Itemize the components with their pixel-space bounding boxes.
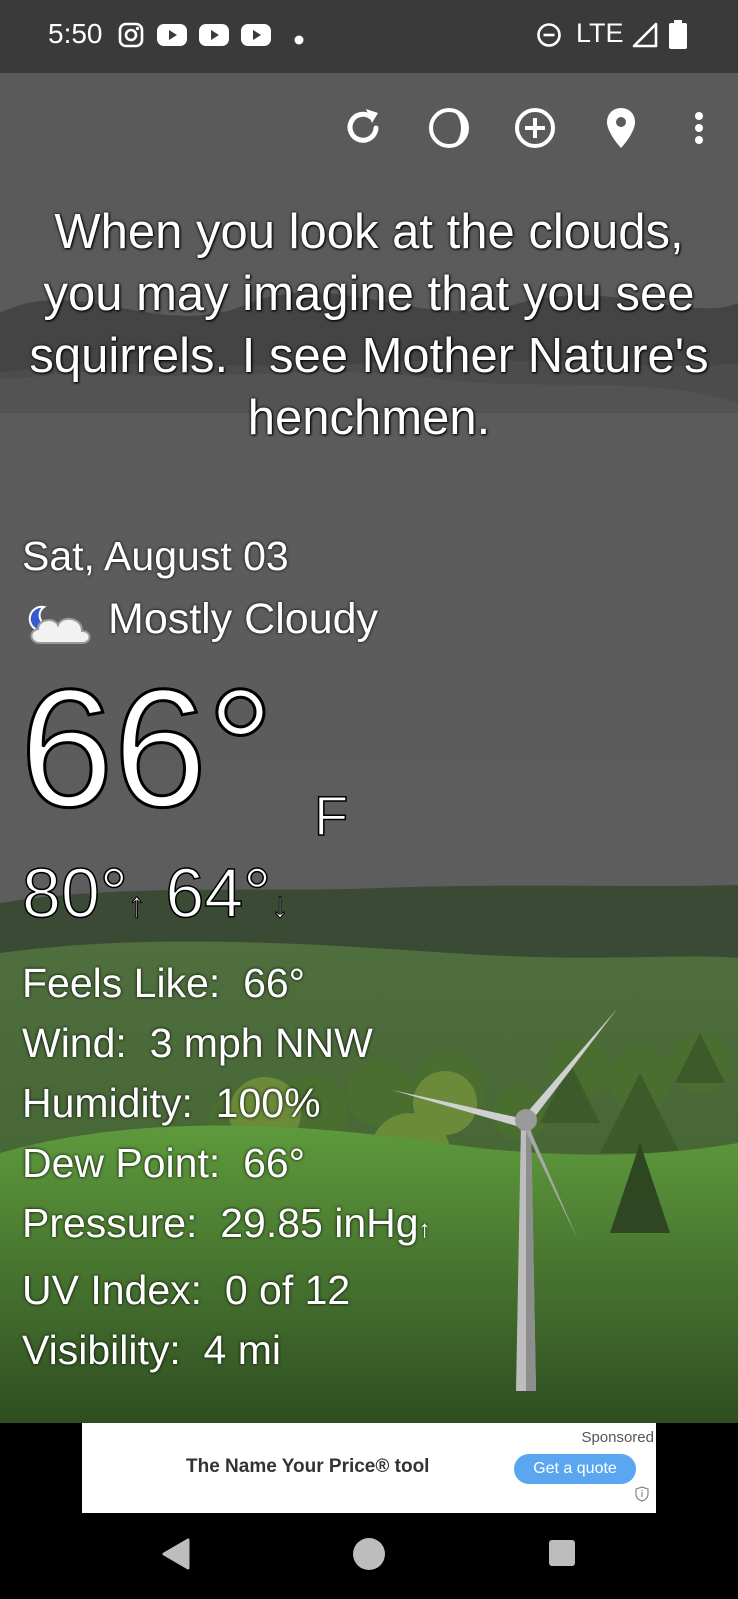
add-location-button[interactable] xyxy=(510,103,560,153)
current-temperature: 66° xyxy=(18,653,275,844)
high-temperature: 80° xyxy=(21,853,128,933)
navigation-bar xyxy=(0,1513,738,1599)
low-temperature: 64° xyxy=(165,853,272,933)
back-icon[interactable] xyxy=(160,1537,192,1576)
detail-feels-like: Feels Like: 66° xyxy=(22,960,306,1006)
location-pin-icon xyxy=(607,108,635,148)
weather-scene: When you look at the clouds, you may ima… xyxy=(0,73,738,1423)
weather-details: Feels Like: 66° Wind: 3 mph NNW Humidity… xyxy=(22,953,431,1380)
add-location-icon xyxy=(515,108,555,148)
instagram-icon xyxy=(118,22,144,53)
more-vert-icon xyxy=(695,112,703,144)
detail-wind: Wind: 3 mph NNW xyxy=(22,1020,373,1066)
weather-quote: When you look at the clouds, you may ima… xyxy=(29,205,709,445)
detail-pressure: Pressure: 29.85 inHg↑ xyxy=(22,1200,431,1246)
moon-phase-button[interactable] xyxy=(424,103,474,153)
detail-dew-point: Dew Point: 66° xyxy=(22,1140,306,1186)
dot-icon xyxy=(294,32,304,50)
youtube-icon xyxy=(156,22,188,53)
signal-icon xyxy=(632,22,658,53)
refresh-icon xyxy=(347,109,379,143)
high-low: 80°↑ 64°↓ xyxy=(21,853,290,933)
youtube-icon xyxy=(198,22,230,53)
date-label: Sat, August 03 xyxy=(22,533,289,579)
location-button[interactable] xyxy=(596,103,646,153)
status-bar: 5:50 LTE xyxy=(0,0,738,73)
pressure-rising-icon: ↑ xyxy=(418,1216,431,1243)
detail-uv-index: UV Index: 0 of 12 xyxy=(22,1267,351,1313)
adchoices-icon[interactable] xyxy=(634,1486,650,1507)
status-time: 5:50 xyxy=(48,18,103,49)
detail-humidity: Humidity: 100% xyxy=(22,1080,321,1126)
home-icon[interactable] xyxy=(352,1537,386,1576)
temperature-unit: F xyxy=(313,783,349,848)
recents-icon[interactable] xyxy=(548,1539,576,1572)
ad-cta-button[interactable]: Get a quote xyxy=(514,1454,636,1484)
dnd-icon xyxy=(536,22,562,53)
detail-visibility: Visibility: 4 mi xyxy=(22,1327,282,1373)
ad-title[interactable]: The Name Your Price® tool xyxy=(186,1456,429,1478)
sponsored-label: Sponsored xyxy=(581,1429,654,1446)
refresh-button[interactable] xyxy=(338,103,388,153)
network-type: LTE xyxy=(576,18,624,48)
ad-banner[interactable]: Sponsored The Name Your Price® tool Get … xyxy=(82,1423,656,1513)
arrow-down-icon: ↓ xyxy=(271,884,290,926)
partly-cloudy-night-icon xyxy=(24,603,94,652)
battery-icon xyxy=(668,20,688,55)
arrow-up-icon: ↑ xyxy=(127,884,146,926)
more-options-button[interactable] xyxy=(674,103,724,153)
moon-phase-icon xyxy=(429,108,469,148)
youtube-icon xyxy=(240,22,272,53)
condition-label: Mostly Cloudy xyxy=(108,595,379,643)
